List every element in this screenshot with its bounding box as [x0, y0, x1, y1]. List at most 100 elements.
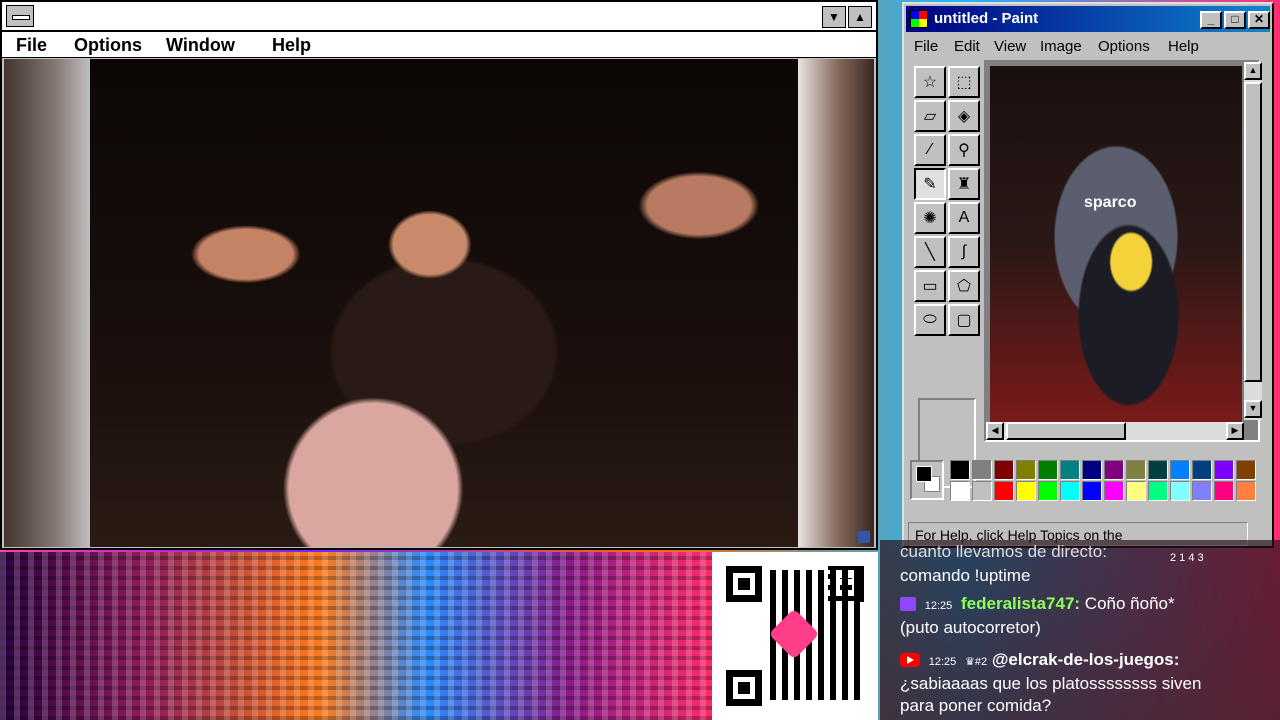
eraser-icon[interactable]: ▱ — [914, 100, 946, 132]
color-swatch[interactable] — [1016, 481, 1036, 501]
color-swatch[interactable] — [950, 481, 970, 501]
paint-menubar: File Edit View Image Options Help — [906, 34, 1270, 58]
color-swatch[interactable] — [950, 460, 970, 480]
text-icon[interactable]: A — [948, 202, 980, 234]
paint-maximize-button[interactable]: □ — [1224, 11, 1246, 29]
qr-finder-icon — [726, 566, 762, 602]
horizontal-scrollbar[interactable]: ◀ ▶ — [986, 422, 1244, 440]
twitch-icon — [900, 597, 916, 611]
pixel-art-banner — [0, 552, 712, 720]
scroll-up-icon[interactable]: ▲ — [1244, 62, 1262, 80]
color-swatch[interactable] — [1214, 460, 1234, 480]
chat-line: para poner comida? — [900, 696, 1052, 715]
color-swatch[interactable] — [972, 481, 992, 501]
magnifier-icon[interactable]: ⚲ — [948, 134, 980, 166]
color-swatch[interactable] — [972, 460, 992, 480]
paint-menu-view[interactable]: View — [994, 38, 1026, 55]
paint-titlebar[interactable]: untitled - Paint _ □ ✕ — [906, 6, 1270, 32]
chat-timestamp: 12:25 — [928, 656, 957, 668]
color-swatch[interactable] — [1082, 481, 1102, 501]
chat-line: comando !uptime — [900, 566, 1031, 585]
scroll-down-icon[interactable]: ▼ — [1244, 400, 1262, 418]
paint-window-title: untitled - Paint — [934, 10, 1039, 27]
image-viewer-window: ▼ ▲ File Options Window Help — [0, 0, 878, 550]
rect-select-icon[interactable]: ⬚ — [948, 66, 980, 98]
color-swatch[interactable] — [994, 460, 1014, 480]
color-swatch[interactable] — [1236, 460, 1256, 480]
paint-canvas[interactable]: sparco — [990, 66, 1242, 422]
menu-window[interactable]: Window — [166, 35, 235, 56]
paint-minimize-button[interactable]: _ — [1200, 11, 1222, 29]
photo-edge-right — [798, 59, 874, 547]
color-swatch[interactable] — [1236, 481, 1256, 501]
color-swatch[interactable] — [994, 481, 1014, 501]
maximize-button[interactable]: ▲ — [848, 6, 872, 28]
color-picker-icon[interactable]: ⁄ — [914, 134, 946, 166]
paint-menu-options[interactable]: Options — [1098, 38, 1150, 55]
resize-grip-icon[interactable] — [858, 531, 870, 543]
qr-code — [712, 552, 878, 720]
chat-timestamp: 12:25 — [924, 600, 953, 612]
foreground-color[interactable] — [916, 466, 932, 482]
vertical-scrollbar[interactable]: ▲ ▼ — [1244, 62, 1262, 420]
menu-help[interactable]: Help — [272, 35, 311, 56]
color-swatch[interactable] — [1016, 460, 1036, 480]
crown-badge-icon: ♛#2 — [965, 656, 988, 668]
pencil-icon[interactable]: ✎ — [914, 168, 946, 200]
color-swatch[interactable] — [1170, 481, 1190, 501]
scroll-right-icon[interactable]: ▶ — [1226, 422, 1244, 440]
menu-options[interactable]: Options — [74, 35, 142, 56]
paint-menu-file[interactable]: File — [914, 38, 938, 55]
brush-icon[interactable]: ♜ — [948, 168, 980, 200]
paint-close-button[interactable]: ✕ — [1248, 11, 1270, 29]
paint-menu-edit[interactable]: Edit — [954, 38, 980, 55]
color-swatch[interactable] — [1214, 481, 1234, 501]
color-swatch[interactable] — [1082, 460, 1102, 480]
color-swatch[interactable] — [1192, 481, 1212, 501]
color-palette — [910, 458, 1270, 504]
photo — [90, 59, 798, 547]
paint-menu-help[interactable]: Help — [1168, 38, 1199, 55]
horizontal-scroll-thumb[interactable] — [1006, 422, 1126, 440]
chat-line: ¿sabiaaaas que los platossssssss siven — [900, 674, 1202, 693]
menu-file[interactable]: File — [16, 35, 47, 56]
rounded-rect-icon[interactable]: ▢ — [948, 304, 980, 336]
minimize-button[interactable]: ▼ — [822, 6, 846, 28]
curve-icon[interactable]: ∫ — [948, 236, 980, 268]
toolbox: ☆ ⬚ ▱ ◈ ⁄ ⚲ ✎ ♜ ✺ A ╲ ∫ ▭ ⬠ ⬭ ▢ — [910, 60, 986, 488]
system-menu-icon[interactable] — [6, 5, 34, 27]
color-swatch[interactable] — [1126, 460, 1146, 480]
current-colors[interactable] — [910, 460, 944, 500]
color-swatch[interactable] — [1148, 481, 1168, 501]
color-swatch[interactable] — [1060, 460, 1080, 480]
ellipse-icon[interactable]: ⬭ — [914, 304, 946, 336]
paint-canvas-frame: sparco ▲ ▼ ◀ ▶ — [984, 60, 1262, 442]
chat-viewer-counts: 2 1 4 3 — [1170, 552, 1204, 564]
color-swatch[interactable] — [1192, 460, 1212, 480]
color-swatch[interactable] — [1170, 460, 1190, 480]
color-swatch[interactable] — [1104, 460, 1124, 480]
color-swatch[interactable] — [1126, 481, 1146, 501]
color-swatch[interactable] — [1060, 481, 1080, 501]
chat-username: federalista747: — [961, 594, 1081, 613]
fill-bucket-icon[interactable]: ◈ — [948, 100, 980, 132]
free-select-icon[interactable]: ☆ — [914, 66, 946, 98]
color-swatch[interactable] — [1038, 481, 1058, 501]
paint-window: untitled - Paint _ □ ✕ File Edit View Im… — [902, 2, 1274, 548]
viewer-menubar: File Options Window Help — [2, 32, 876, 58]
scroll-left-icon[interactable]: ◀ — [986, 422, 1004, 440]
polygon-icon[interactable]: ⬠ — [948, 270, 980, 302]
line-icon[interactable]: ╲ — [914, 236, 946, 268]
color-swatch[interactable] — [1038, 460, 1058, 480]
rectangle-icon[interactable]: ▭ — [914, 270, 946, 302]
color-swatch[interactable] — [1104, 481, 1124, 501]
viewer-titlebar[interactable]: ▼ ▲ — [2, 2, 876, 32]
youtube-icon — [900, 653, 920, 667]
vertical-scroll-thumb[interactable] — [1244, 82, 1262, 382]
photo-edge-left — [4, 59, 90, 547]
color-swatch[interactable] — [1148, 460, 1168, 480]
paint-app-icon[interactable] — [910, 10, 928, 28]
paint-menu-image[interactable]: Image — [1040, 38, 1082, 55]
chair-logo-text: sparco — [1084, 194, 1137, 211]
airbrush-icon[interactable]: ✺ — [914, 202, 946, 234]
